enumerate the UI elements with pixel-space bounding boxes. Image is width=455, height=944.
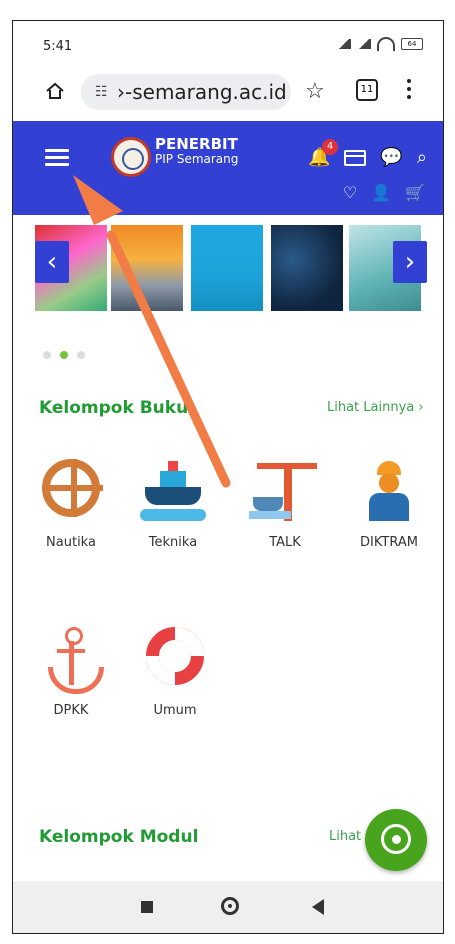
back-nav-icon[interactable] (312, 899, 324, 915)
category-label: Teknika (148, 535, 198, 550)
phone-screen: 5:41 64 ☷ ›-semarang.ac.id ☆ 11 PENERBIT… (12, 20, 444, 934)
url-bar[interactable]: ☷ ›-semarang.ac.id (81, 74, 291, 110)
carousel-next-button[interactable]: › (393, 241, 427, 283)
battery-icon: 64 (401, 38, 423, 50)
status-time: 5:41 (43, 39, 73, 54)
cart-icon[interactable]: 🛒 (405, 183, 425, 202)
section-link-books[interactable]: Lihat Lainnya › (327, 400, 424, 415)
browser-toolbar: ☷ ›-semarang.ac.id ☆ 11 (13, 69, 443, 121)
search-icon[interactable]: ⌕ (417, 147, 427, 168)
chat-icon[interactable]: 💬 (380, 147, 402, 168)
whatsapp-icon (381, 824, 411, 854)
pagination-dot-active[interactable] (60, 351, 68, 359)
brand-name: PENERBIT (155, 135, 238, 153)
payment-card-icon[interactable] (344, 149, 367, 166)
category-talk[interactable]: TALK (245, 459, 325, 550)
home-icon[interactable] (45, 81, 65, 101)
section-link-modules[interactable]: Lihat (329, 829, 361, 844)
user-icon[interactable]: 👤 (371, 183, 391, 202)
section-title-books: Kelompok Buku (39, 398, 189, 418)
signal-icon (337, 39, 351, 49)
book-cover[interactable] (271, 225, 343, 311)
worker-icon (359, 459, 419, 521)
port-crane-icon (249, 459, 321, 523)
android-navigation-bar (13, 881, 443, 933)
category-label: Umum (153, 703, 197, 718)
pagination-dot[interactable] (43, 351, 51, 359)
header-secondary-actions: ♡ 👤 🛒 (343, 183, 425, 202)
lifebuoy-icon (146, 627, 204, 685)
carousel-pagination (43, 351, 85, 359)
site-header: PENERBIT PIP Semarang 🔔 4 💬 ⌕ ♡ 👤 🛒 (13, 121, 443, 215)
wifi-icon (377, 37, 395, 51)
status-icons: 64 (337, 37, 423, 51)
section-title-modules: Kelompok Modul (39, 827, 199, 847)
header-actions: 🔔 4 💬 ⌕ (308, 139, 427, 168)
notification-badge: 4 (322, 139, 338, 155)
recent-apps-icon[interactable] (141, 901, 153, 913)
category-umum[interactable]: Umum (135, 627, 215, 718)
status-bar: 5:41 64 (13, 21, 443, 61)
category-nautika[interactable]: Nautika (31, 459, 111, 550)
carousel-prev-button[interactable]: ‹ (35, 241, 69, 283)
book-cover[interactable] (191, 225, 263, 311)
brand-subtitle: PIP Semarang (155, 152, 239, 166)
hamburger-menu-icon[interactable] (45, 149, 69, 167)
brand-text[interactable]: PENERBIT PIP Semarang (155, 137, 238, 167)
tabs-button[interactable]: 11 (356, 79, 378, 101)
browser-menu-icon[interactable] (407, 79, 411, 101)
signal-icon-secondary (357, 39, 371, 49)
book-carousel: ‹ › (35, 221, 427, 326)
anchor-icon (41, 627, 104, 694)
category-label: TALK (269, 535, 301, 550)
whatsapp-button[interactable] (365, 809, 427, 871)
category-label: DIKTRAM (360, 535, 418, 550)
category-teknika[interactable]: Teknika (133, 459, 213, 550)
ship-wheel-icon (42, 459, 100, 517)
heart-icon[interactable]: ♡ (343, 183, 357, 202)
category-dpkk[interactable]: DPKK (31, 627, 111, 718)
bookmark-star-icon[interactable]: ☆ (305, 79, 325, 104)
site-logo[interactable] (111, 137, 151, 177)
site-settings-icon[interactable]: ☷ (95, 84, 111, 100)
category-label: Nautika (46, 535, 96, 550)
url-text: ›-semarang.ac.id (117, 80, 287, 104)
pagination-dot[interactable] (77, 351, 85, 359)
category-label: DPKK (53, 703, 89, 718)
ship-icon (140, 459, 206, 521)
category-diktram[interactable]: DIKTRAM (349, 459, 429, 550)
book-cover[interactable] (111, 225, 183, 311)
home-nav-icon[interactable] (221, 897, 239, 915)
notification-bell-icon[interactable]: 🔔 4 (308, 139, 338, 168)
